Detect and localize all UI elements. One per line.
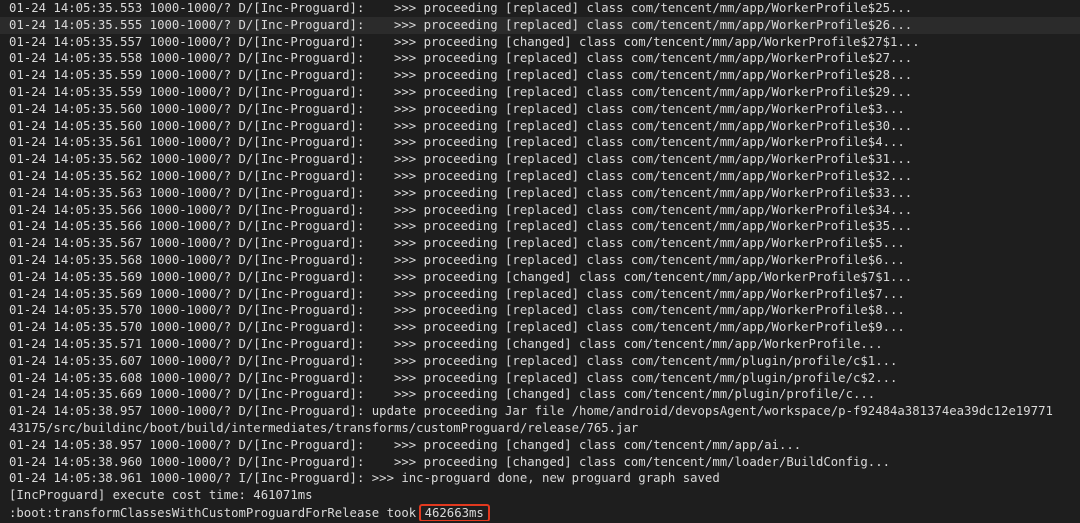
log-line: 01-24 14:05:35.607 1000-1000/? D/[Inc-Pr…	[9, 353, 898, 368]
log-line: 01-24 14:05:35.559 1000-1000/? D/[Inc-Pr…	[9, 84, 913, 99]
final-line-prefix: :boot:transformClassesWithCustomProguard…	[9, 505, 424, 520]
log-line: 01-24 14:05:35.669 1000-1000/? D/[Inc-Pr…	[9, 387, 876, 402]
highlighted-total-time: 462663ms	[418, 503, 490, 521]
log-line: [IncProguard] execute cost time: 461071m…	[9, 488, 313, 503]
log-line: 01-24 14:05:35.560 1000-1000/? D/[Inc-Pr…	[9, 101, 905, 116]
log-line: 01-24 14:05:35.566 1000-1000/? D/[Inc-Pr…	[9, 219, 913, 234]
log-line: 01-24 14:05:35.569 1000-1000/? D/[Inc-Pr…	[9, 269, 913, 284]
log-line: 01-24 14:05:35.558 1000-1000/? D/[Inc-Pr…	[9, 51, 913, 66]
log-line: 01-24 14:05:35.569 1000-1000/? D/[Inc-Pr…	[9, 286, 905, 301]
log-line: 01-24 14:05:35.555 1000-1000/? D/[Inc-Pr…	[0, 16, 1080, 34]
log-line: 01-24 14:05:35.570 1000-1000/? D/[Inc-Pr…	[9, 303, 905, 318]
log-line: 01-24 14:05:35.571 1000-1000/? D/[Inc-Pr…	[9, 336, 883, 351]
log-line: 01-24 14:05:35.563 1000-1000/? D/[Inc-Pr…	[9, 185, 913, 200]
terminal-output[interactable]: 01-24 14:05:35.553 1000-1000/? D/[Inc-Pr…	[0, 0, 1080, 523]
log-line: 01-24 14:05:35.608 1000-1000/? D/[Inc-Pr…	[9, 370, 898, 385]
log-line: 01-24 14:05:35.566 1000-1000/? D/[Inc-Pr…	[9, 202, 913, 217]
log-line: 01-24 14:05:38.957 1000-1000/? D/[Inc-Pr…	[9, 437, 802, 452]
log-line: 01-24 14:05:35.570 1000-1000/? D/[Inc-Pr…	[9, 320, 905, 335]
log-line: 01-24 14:05:35.559 1000-1000/? D/[Inc-Pr…	[9, 68, 913, 83]
log-line: 01-24 14:05:35.557 1000-1000/? D/[Inc-Pr…	[9, 34, 920, 49]
final-summary-line: :boot:transformClassesWithCustomProguard…	[0, 503, 1080, 521]
log-line: 01-24 14:05:35.561 1000-1000/? D/[Inc-Pr…	[9, 135, 905, 150]
log-line: 01-24 14:05:35.562 1000-1000/? D/[Inc-Pr…	[9, 168, 913, 183]
log-line: 01-24 14:05:38.960 1000-1000/? D/[Inc-Pr…	[9, 454, 890, 469]
log-line: 01-24 14:05:35.568 1000-1000/? D/[Inc-Pr…	[9, 252, 905, 267]
log-line: 01-24 14:05:35.562 1000-1000/? D/[Inc-Pr…	[9, 152, 913, 167]
log-line: 43175/src/buildinc/boot/build/intermedia…	[9, 420, 639, 435]
log-line: 01-24 14:05:38.957 1000-1000/? D/[Inc-Pr…	[9, 404, 1053, 419]
log-line: 01-24 14:05:35.560 1000-1000/? D/[Inc-Pr…	[9, 118, 913, 133]
log-line: 01-24 14:05:35.553 1000-1000/? D/[Inc-Pr…	[9, 1, 913, 15]
log-line: 01-24 14:05:38.961 1000-1000/? I/[Inc-Pr…	[9, 471, 720, 486]
log-line: 01-24 14:05:35.567 1000-1000/? D/[Inc-Pr…	[9, 236, 905, 251]
